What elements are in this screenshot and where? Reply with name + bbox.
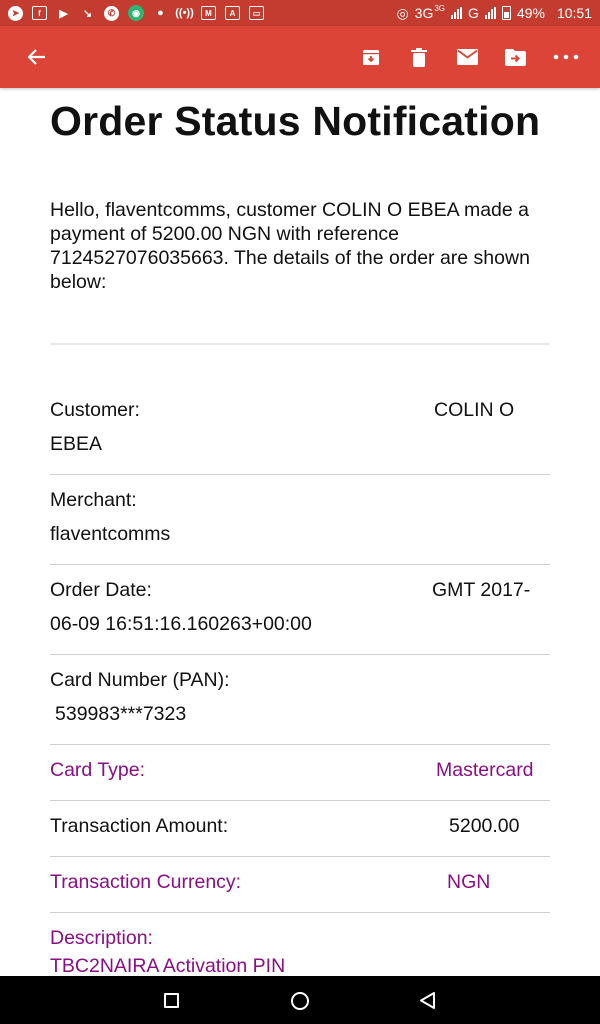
description-label: Description:: [50, 927, 153, 949]
description-row: Description: TBC2NAIRA Activation PIN: [50, 913, 550, 976]
order-details-table: Customer: COLIN O EBEA Merchant: flavent…: [50, 385, 550, 976]
card-number-row: Card Number (PAN): 539983***7323: [50, 655, 550, 745]
mark-unread-icon[interactable]: [456, 46, 478, 68]
amount-row: Transaction Amount: 5200.00: [50, 801, 550, 857]
order-date-row: Order Date: GMT 2017- 06-09 16:51:16.160…: [50, 565, 550, 655]
delete-icon[interactable]: [408, 46, 430, 68]
more-icon[interactable]: [552, 46, 580, 68]
signal-icon: [451, 7, 463, 19]
battery-icon: [501, 6, 511, 20]
page-title: Order Status Notification: [50, 98, 541, 144]
recents-square-icon[interactable]: [164, 993, 179, 1008]
app-logo-icon: A: [225, 6, 240, 20]
order-date-value-cont: 06-09 16:51:16.160263+00:00: [50, 613, 312, 635]
customer-value: COLIN O: [434, 399, 515, 421]
missed-call-icon: ↘: [82, 7, 93, 20]
network-type-2: G: [468, 5, 479, 21]
customer-row: Customer: COLIN O EBEA: [50, 385, 550, 475]
chat-bubble-icon: ●: [157, 7, 164, 19]
nfc-icon: ◎: [396, 4, 409, 21]
card-type-row: Card Type: Mastercard: [50, 745, 550, 801]
system-indicators: ◎ 3G 3G G 49% 10:51: [396, 3, 592, 22]
app-bar-actions: [360, 46, 580, 68]
description-value: TBC2NAIRA Activation PIN: [50, 955, 286, 976]
back-triangle-icon[interactable]: [419, 991, 437, 1015]
youtube-icon: ▶: [59, 7, 68, 20]
battery-level: 49%: [516, 5, 545, 21]
app-notification-icon: ◉: [128, 5, 144, 21]
divider: [50, 343, 550, 345]
screen-mirror-icon: ▭: [249, 6, 264, 20]
order-date-value: GMT 2017-: [432, 579, 531, 601]
navigation-bar: [0, 976, 600, 1024]
merchant-row: Merchant: flaventcomms: [50, 475, 550, 565]
customer-value-cont: EBEA: [50, 433, 103, 455]
gmail-icon: M: [201, 6, 216, 20]
facebook-icon: f: [32, 6, 47, 20]
card-type-value: Mastercard: [436, 759, 534, 781]
intro-text: Hello, flaventcomms, customer COLIN O EB…: [50, 199, 530, 293]
amount-label: Transaction Amount:: [50, 815, 229, 837]
clock: 10:51: [556, 5, 592, 21]
merchant-value: flaventcomms: [50, 523, 171, 545]
currency-label: Transaction Currency:: [50, 871, 242, 893]
card-number-label: Card Number (PAN):: [50, 669, 230, 691]
customer-label: Customer:: [50, 399, 140, 421]
move-to-icon[interactable]: [504, 46, 526, 68]
arrow-back-icon[interactable]: [26, 46, 48, 68]
signal-icon-2: [484, 7, 496, 19]
currency-row: Transaction Currency: NGN: [50, 857, 550, 913]
merchant-label: Merchant:: [50, 489, 137, 511]
email-body[interactable]: Order Status Notification Hello, flavent…: [0, 88, 600, 976]
app-bar: [0, 26, 600, 88]
status-bar: ➤ f ▶ ↘ ✆ ◉ ● ((•)) M A ▭ ◎ 3G 3G G 49% …: [0, 0, 600, 26]
notification-icons: ➤ f ▶ ↘ ✆ ◉ ● ((•)) M A ▭: [8, 5, 264, 21]
hotspot-icon: ((•)): [175, 7, 194, 19]
card-number-value: 539983***7323: [55, 703, 187, 725]
currency-value: NGN: [447, 871, 491, 893]
amount-value: 5200.00: [449, 815, 520, 837]
home-circle-icon[interactable]: [291, 992, 309, 1010]
network-type: 3G: [414, 5, 434, 21]
network-sup: 3G: [434, 3, 446, 13]
whatsapp-icon: ✆: [104, 5, 119, 21]
telegram-icon: ➤: [8, 5, 23, 21]
card-type-label: Card Type:: [50, 759, 146, 781]
order-date-label: Order Date:: [50, 579, 152, 601]
archive-icon[interactable]: [360, 46, 382, 68]
